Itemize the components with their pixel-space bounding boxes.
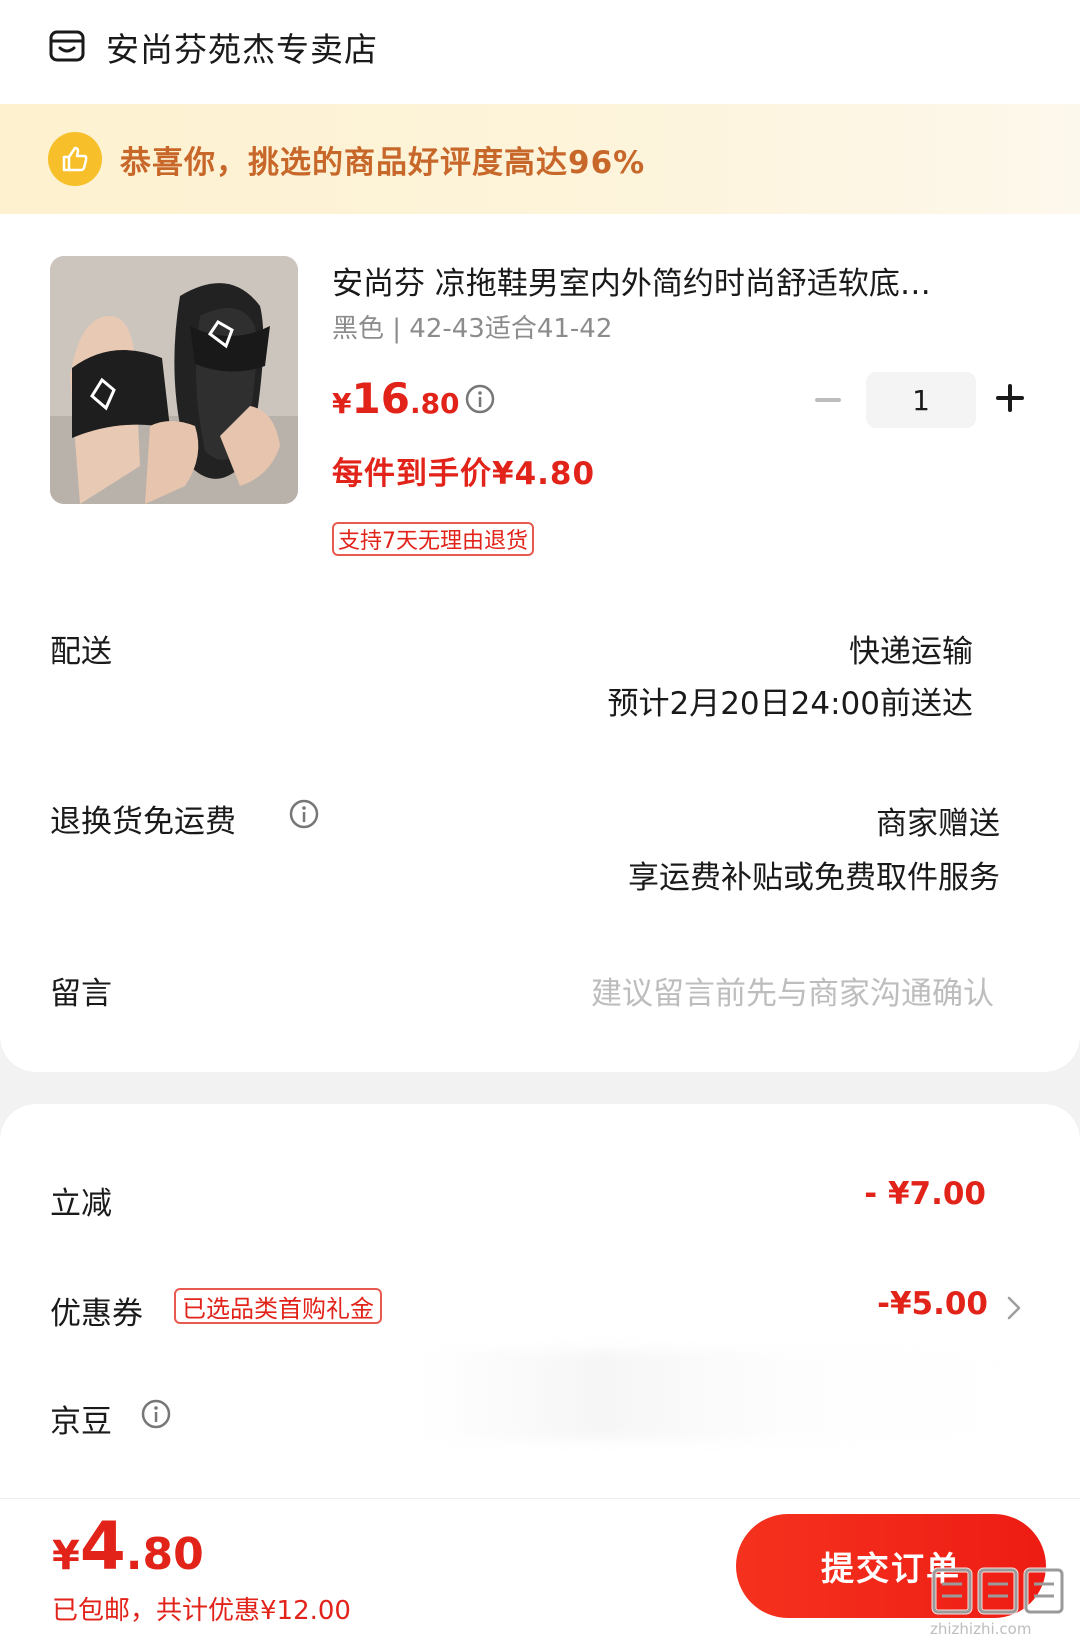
return-policy-tag: 支持7天无理由退货 — [332, 522, 534, 556]
price-info-icon[interactable] — [464, 383, 496, 415]
praise-banner: 恭喜你，挑选的商品好评度高达96% — [0, 104, 1080, 214]
coupon-tag[interactable]: 已选品类首购礼金 — [174, 1288, 382, 1324]
total-price: ¥ 4 .80 — [52, 1508, 204, 1585]
coupon-label[interactable]: 优惠券 — [50, 1288, 143, 1333]
return-shipping-info-icon[interactable] — [288, 798, 320, 830]
delivery-label: 配送 — [50, 634, 112, 670]
quantity-decrease-button[interactable] — [812, 378, 844, 422]
chevron-right-icon[interactable] — [1004, 1292, 1024, 1324]
return-shipping-label: 退换货免运费 — [50, 804, 236, 840]
delivery-eta: 预计2月20日24:00前送达 — [607, 686, 973, 722]
jd-beans-info-icon[interactable] — [140, 1398, 172, 1430]
jd-beans-label: 京豆 — [50, 1404, 112, 1440]
quantity-increase-button[interactable] — [994, 382, 1026, 414]
price-symbol: ¥ — [332, 387, 352, 420]
watermark-text: zhizhizhi.com — [930, 1620, 1032, 1638]
product-price: ¥ 16 .80 — [332, 374, 460, 423]
delivery-method[interactable]: 快递运输 — [849, 626, 973, 671]
return-shipping-value: 商家赠送 — [876, 806, 1000, 842]
message-input[interactable]: 建议留言前先与商家沟通确认 — [591, 968, 994, 1013]
instant-discount-label: 立减 — [50, 1186, 112, 1222]
product-image[interactable] — [50, 256, 298, 504]
price-integer: 16 — [351, 374, 410, 423]
instant-discount-value: - ¥7.00 — [864, 1176, 986, 1212]
total-symbol: ¥ — [52, 1533, 80, 1579]
praise-text: 恭喜你，挑选的商品好评度高达96% — [120, 144, 646, 181]
quantity-input[interactable]: 1 — [866, 372, 976, 428]
unit-final-price: 每件到手价¥4.80 — [332, 456, 596, 492]
store-icon — [49, 30, 85, 62]
coupon-value[interactable]: -¥5.00 — [877, 1286, 988, 1322]
message-label: 留言 — [50, 976, 112, 1012]
product-spec[interactable]: 黑色 | 42-43适合41-42 — [332, 308, 612, 345]
total-integer: 4 — [79, 1508, 126, 1585]
store-header[interactable]: 安尚芬苑杰专卖店 — [48, 22, 378, 72]
return-shipping-detail: 享运费补贴或免费取件服务 — [628, 860, 1000, 896]
obscured-area — [420, 1350, 1020, 1440]
store-name[interactable]: 安尚芬苑杰专卖店 — [106, 23, 378, 71]
product-title[interactable]: 安尚芬 凉拖鞋男室内外简约时尚舒适软底… — [332, 258, 1032, 303]
total-decimal: .80 — [125, 1529, 204, 1580]
total-savings-note[interactable]: 已包邮，共计优惠¥12.00 — [52, 1590, 351, 1627]
thumbs-up-icon — [48, 132, 102, 186]
price-decimal: .80 — [409, 387, 460, 420]
